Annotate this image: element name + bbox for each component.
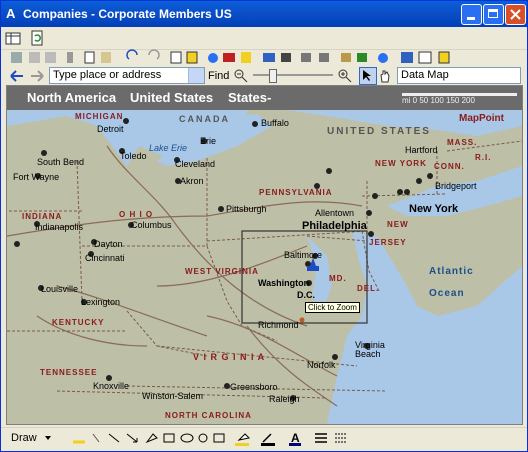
city-richmond: Richmond [258,320,299,330]
city-cleveland: Cleveland [175,159,216,169]
state-new-york: NEW YORK [375,159,427,168]
ocean-label-atlantic: Atlantic [429,266,474,277]
grid-menu-icon[interactable] [5,30,21,46]
city-louisville: Louisville [41,284,79,294]
data-map-text: Data Map [401,69,449,81]
scale-text: mi 0 50 100 150 200 [402,96,475,105]
ocean-label-ocean: Ocean [429,288,465,299]
city-fort-wayne: Fort Wayne [13,172,60,182]
city-allentown: Allentown [315,208,355,218]
forward-arrow-icon[interactable] [29,68,45,84]
window-title: Companies - Corporate Members US [23,7,232,21]
place-address-text: Type place or address [53,69,162,81]
zoom-in-icon[interactable] [337,68,353,84]
data-map-combo[interactable]: Data Map [397,67,521,84]
state-north-carolina: NORTH CAROLINA [165,411,252,420]
city-cincinnati: Cincinnati [85,253,125,263]
city-greensboro: Greensboro [230,382,278,392]
state-ohio: O H I O [119,210,154,219]
map-scale: mi 0 50 100 150 200 [402,92,517,105]
city-knoxville: Knoxville [93,381,130,391]
city-new-york: New York [409,203,459,215]
city-philadelphia: Philadelphia [302,220,367,232]
state-tennessee: TENNESSEE [40,368,98,377]
country-us: UNITED STATES [327,126,431,137]
navigation-toolbar: Type place or address Find Data Map [1,67,527,85]
city-akron: Akron [180,176,204,186]
city-detroit: Detroit [97,124,124,134]
state-michigan: MICHIGAN [75,112,124,121]
state-virginia: V I R G I N I A [193,352,266,362]
lake-erie-label: Lake Erie [149,143,188,153]
city-hartford: Hartford [405,145,438,155]
city-norfolk: Norfolk [307,360,336,370]
mappoint-logo: MapPoint [459,113,504,124]
refresh-icon[interactable] [29,30,45,46]
title-bar: A Companies - Corporate Members US [1,1,527,27]
city-raleigh: Raleigh [269,394,300,404]
svg-text:A: A [291,431,300,445]
city-dayton: Dayton [94,239,123,249]
city-south-bend: South Bend [37,157,85,167]
breadcrumb-states[interactable]: States- [228,90,271,105]
city-dc: D.C. [297,290,315,300]
city-lexington: Lexington [81,297,121,307]
state-mass: MASS. [447,138,478,147]
city-winston-salem: Winston-Salem [142,391,204,401]
city-erie: Erie [200,136,217,146]
zoom-slider-thumb[interactable] [269,69,277,83]
city-pittsburgh: Pittsburgh [226,204,267,214]
minimize-button[interactable] [461,4,482,25]
menu-toolbar [1,27,527,50]
city-indianapolis: Indianapolis [35,222,84,232]
back-arrow-icon[interactable] [9,68,25,84]
city-baltimore: Baltimore [284,250,323,260]
city-toledo: Toledo [120,151,147,161]
app-icon: A [6,6,16,21]
zoom-out-icon[interactable] [233,68,249,84]
state-new-jersey-b: JERSEY [369,238,407,247]
city-washington: Washington [258,278,310,288]
map-view[interactable]: North America United States States- mi 0… [6,85,523,425]
maximize-button[interactable] [483,4,504,25]
breadcrumb-united-states[interactable]: United States [130,90,213,105]
city-buffalo: Buffalo [261,118,289,128]
pan-hand-icon[interactable] [377,68,393,84]
state-new-jersey-a: NEW [387,220,409,229]
application-window: A Companies - Corporate Members US Type … [0,0,528,452]
place-address-combo[interactable]: Type place or address [49,67,205,84]
map-header: North America United States States- mi 0… [7,86,522,110]
city-columbus: Columbus [131,220,172,230]
country-canada: CANADA [179,114,230,124]
select-pointer-icon[interactable] [359,67,377,85]
state-conn: CONN. [434,162,465,171]
state-ri: R.I. [475,153,492,162]
city-virginia-beach-b: Beach [355,349,381,359]
close-button[interactable] [505,4,526,25]
state-kentucky: KENTUCKY [52,318,105,327]
chevron-down-icon[interactable] [188,68,204,83]
state-md: MD. [329,274,347,283]
city-bridgeport: Bridgeport [435,181,477,191]
state-indiana: INDIANA [22,212,63,221]
standard-toolbar [1,49,527,67]
state-west-virginia: WEST VIRGINIA [185,267,259,276]
breadcrumb-north-america[interactable]: North America [27,90,116,105]
drawing-toolbar: Draw A [1,427,527,450]
zoom-slider-track[interactable] [253,74,333,76]
find-button[interactable]: Find [208,70,229,82]
state-del: DEL. [357,284,380,293]
state-pennsylvania: PENNSYLVANIA [259,188,333,197]
zoom-tooltip: Click to Zoom [305,302,360,313]
